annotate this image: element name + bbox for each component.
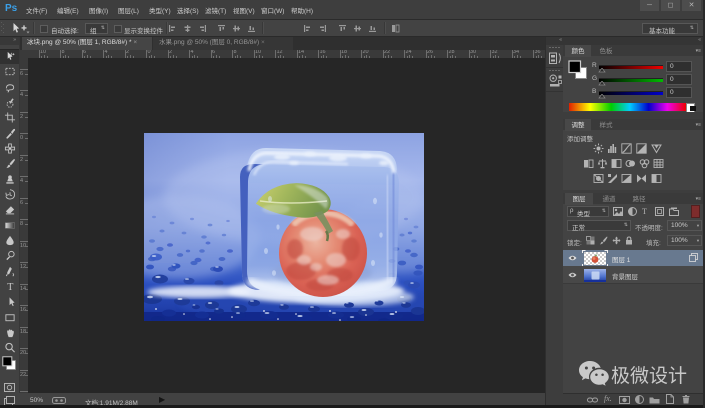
svg-text:T: T	[7, 282, 13, 292]
